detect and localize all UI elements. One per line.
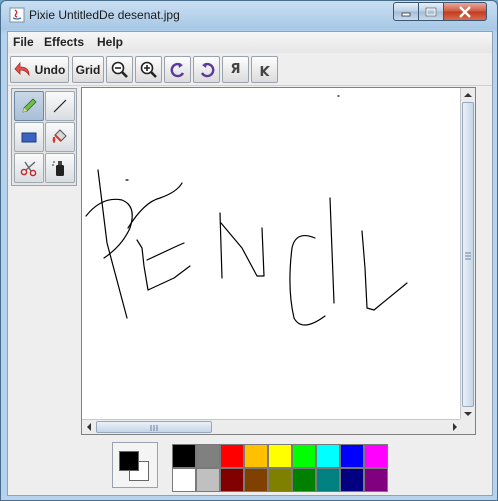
scroll-up-icon[interactable] bbox=[461, 88, 474, 101]
pencil-drawing bbox=[85, 95, 408, 326]
scroll-corner bbox=[460, 419, 475, 434]
spray-can-icon bbox=[52, 161, 64, 176]
tool-line[interactable] bbox=[45, 91, 75, 121]
menu-help[interactable]: Help bbox=[97, 35, 123, 49]
palette-swatch[interactable] bbox=[196, 444, 220, 468]
tool-spray-can[interactable] bbox=[45, 153, 75, 183]
app-window: Pixie UntitledDe desenat.jpg File Effect… bbox=[0, 0, 498, 501]
zoom-out-button[interactable] bbox=[106, 56, 133, 83]
grid-button[interactable]: Grid bbox=[72, 56, 104, 83]
scroll-left-icon[interactable] bbox=[82, 420, 95, 433]
java-app-icon bbox=[9, 7, 25, 23]
color-bar bbox=[8, 436, 492, 495]
fill-bucket-icon bbox=[52, 129, 67, 143]
menu-file[interactable]: File bbox=[13, 35, 34, 49]
pencil-icon bbox=[22, 98, 37, 113]
palette-swatch[interactable] bbox=[316, 444, 340, 468]
palette-swatch[interactable] bbox=[220, 444, 244, 468]
palette-swatch[interactable] bbox=[292, 468, 316, 492]
maximize-icon bbox=[425, 7, 437, 16]
tool-scissors[interactable] bbox=[14, 153, 44, 183]
tool-rectangle[interactable] bbox=[14, 122, 44, 152]
client-area: File Effects Help Undo Grid Я K bbox=[7, 31, 493, 496]
rotate-left-icon bbox=[170, 62, 184, 77]
palette-swatch[interactable] bbox=[244, 468, 268, 492]
rotate-left-button[interactable] bbox=[164, 56, 191, 83]
rotate-right-icon bbox=[200, 62, 214, 77]
color-palette bbox=[172, 444, 388, 492]
horizontal-scroll-thumb[interactable] bbox=[96, 421, 212, 433]
palette-swatch[interactable] bbox=[268, 468, 292, 492]
menu-bar: File Effects Help bbox=[8, 32, 492, 53]
zoom-in-icon bbox=[140, 61, 157, 78]
undo-label: Undo bbox=[34, 62, 66, 77]
zoom-in-button[interactable] bbox=[135, 56, 162, 83]
minimize-icon bbox=[401, 12, 411, 16]
undo-button[interactable]: Undo bbox=[10, 56, 69, 83]
drawing-canvas[interactable] bbox=[82, 88, 461, 420]
palette-swatch[interactable] bbox=[316, 468, 340, 492]
palette-swatch[interactable] bbox=[364, 468, 388, 492]
grid-label: Grid bbox=[75, 62, 101, 77]
flip-vertical-button[interactable]: K bbox=[251, 56, 278, 83]
title-bar[interactable]: Pixie UntitledDe desenat.jpg bbox=[1, 1, 497, 31]
line-icon bbox=[53, 99, 67, 113]
rotate-right-button[interactable] bbox=[193, 56, 220, 83]
menu-effects[interactable]: Effects bbox=[44, 35, 84, 49]
close-icon bbox=[459, 5, 471, 18]
flip-horizontal-button[interactable]: Я bbox=[222, 56, 249, 83]
tool-fill-bucket[interactable] bbox=[45, 122, 75, 152]
horizontal-scrollbar[interactable] bbox=[82, 419, 461, 434]
palette-swatch[interactable] bbox=[292, 444, 316, 468]
palette-swatch[interactable] bbox=[364, 444, 388, 468]
undo-icon bbox=[14, 61, 30, 76]
palette-swatch[interactable] bbox=[340, 468, 364, 492]
palette-swatch[interactable] bbox=[340, 444, 364, 468]
zoom-out-icon bbox=[111, 61, 128, 78]
vertical-scroll-thumb[interactable] bbox=[462, 102, 474, 407]
palette-swatch[interactable] bbox=[172, 468, 196, 492]
palette-swatch[interactable] bbox=[172, 444, 196, 468]
close-button[interactable] bbox=[443, 2, 487, 21]
flip-vertical-icon: K bbox=[259, 62, 270, 77]
rectangle-icon bbox=[21, 132, 37, 143]
vertical-scrollbar[interactable] bbox=[460, 88, 475, 420]
tool-pencil[interactable] bbox=[14, 91, 44, 121]
scissors-icon bbox=[20, 161, 37, 177]
palette-swatch[interactable] bbox=[244, 444, 268, 468]
minimize-button[interactable] bbox=[393, 2, 419, 21]
canvas-scroll-pane bbox=[81, 87, 476, 435]
tool-palette bbox=[11, 88, 77, 186]
current-colors[interactable] bbox=[112, 442, 158, 488]
foreground-color-swatch[interactable] bbox=[119, 451, 139, 471]
toolbar: Undo Grid Я K bbox=[8, 54, 492, 86]
window-title: Pixie UntitledDe desenat.jpg bbox=[29, 8, 180, 22]
maximize-button[interactable] bbox=[418, 2, 444, 21]
palette-swatch[interactable] bbox=[220, 468, 244, 492]
flip-horizontal-icon: Я bbox=[230, 62, 241, 77]
palette-swatch[interactable] bbox=[268, 444, 292, 468]
palette-swatch[interactable] bbox=[196, 468, 220, 492]
